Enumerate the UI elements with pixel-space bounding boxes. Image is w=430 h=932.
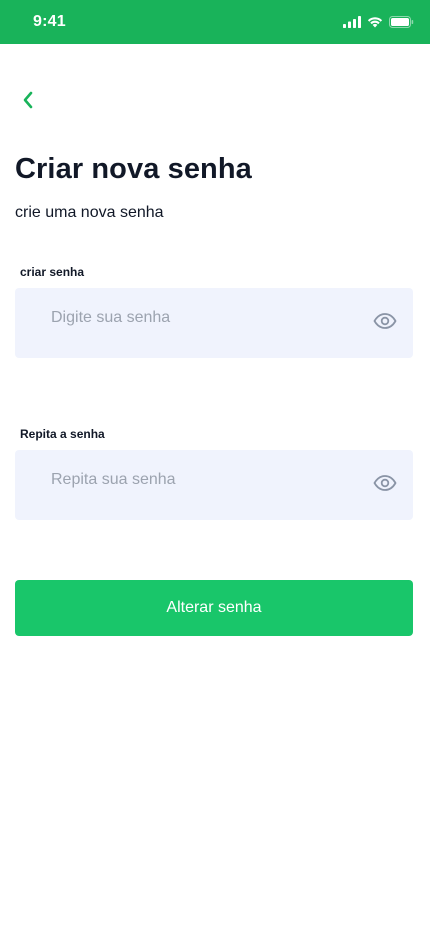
chevron-left-icon	[22, 91, 34, 114]
confirm-password-field	[15, 450, 413, 520]
eye-icon[interactable]	[373, 309, 397, 333]
password-label: criar senha	[20, 265, 85, 279]
password-input[interactable]	[51, 306, 351, 330]
status-time: 9:41	[33, 13, 66, 30]
eye-icon[interactable]	[373, 471, 397, 495]
confirm-password-label: Repita a senha	[20, 427, 105, 441]
wifi-icon	[367, 16, 383, 28]
battery-icon	[389, 16, 414, 28]
back-button[interactable]	[14, 88, 42, 116]
cellular-signal-icon	[343, 16, 361, 28]
status-bar: 9:41	[0, 0, 430, 44]
page-title: Criar nova senha	[15, 153, 252, 185]
page-subtitle: crie uma nova senha	[15, 204, 164, 221]
status-icons	[343, 16, 414, 28]
password-field	[15, 288, 413, 358]
confirm-password-input[interactable]	[51, 468, 351, 492]
change-password-button[interactable]: Alterar senha	[15, 580, 413, 636]
